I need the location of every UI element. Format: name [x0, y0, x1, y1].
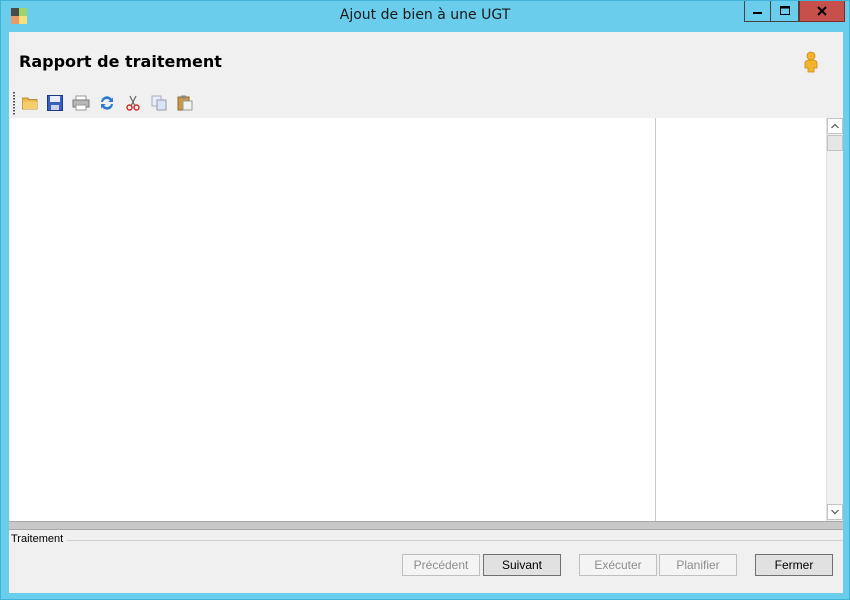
scroll-down-button[interactable]: [827, 504, 843, 520]
splitter[interactable]: [9, 521, 843, 530]
cut-button[interactable]: [124, 94, 142, 112]
close-button[interactable]: [799, 1, 845, 22]
maximize-button[interactable]: [771, 1, 799, 22]
processing-group: Traitement Précédent Suivant Exécuter Pl…: [9, 531, 843, 591]
refresh-icon: [101, 96, 113, 110]
minimize-icon: [752, 12, 762, 14]
maximize-icon: [779, 6, 790, 15]
report-panel[interactable]: [10, 118, 843, 521]
toolbar-grip[interactable]: [13, 92, 15, 116]
open-button[interactable]: [21, 94, 39, 112]
app-window: Ajout de bien à une UGT Rapport de trait…: [0, 0, 850, 600]
chevron-up-icon: [831, 123, 839, 129]
group-border: [67, 540, 843, 541]
next-button[interactable]: Suivant: [483, 554, 561, 576]
vertical-scrollbar[interactable]: [826, 118, 843, 521]
close-dialog-button[interactable]: Fermer: [755, 554, 833, 576]
user-icon: [804, 51, 818, 73]
open-folder-icon: [22, 97, 38, 110]
paste-icon: [177, 95, 193, 111]
window-title: Ajout de bien à une UGT: [339, 7, 511, 23]
print-button[interactable]: [72, 94, 90, 112]
execute-button[interactable]: Exécuter: [579, 554, 657, 576]
save-icon: [47, 95, 63, 111]
schedule-button[interactable]: Planifier: [659, 554, 737, 576]
copy-icon: [151, 95, 167, 111]
minimize-button[interactable]: [744, 1, 771, 22]
save-button[interactable]: [46, 94, 64, 112]
refresh-button[interactable]: [98, 94, 116, 112]
copy-button[interactable]: [150, 94, 168, 112]
toolbar: [9, 90, 843, 116]
group-label: Traitement: [11, 533, 64, 545]
title-bar[interactable]: Ajout de bien à une UGT: [1, 1, 849, 31]
close-icon: [817, 6, 827, 16]
chevron-down-icon: [831, 509, 839, 515]
print-icon: [72, 95, 90, 111]
panel-divider[interactable]: [655, 118, 656, 521]
previous-button[interactable]: Précédent: [402, 554, 480, 576]
page-title: Rapport de traitement: [19, 52, 222, 71]
scroll-thumb[interactable]: [827, 135, 843, 151]
cut-icon: [126, 95, 140, 111]
client-area: Rapport de traitement Traitement Précéde…: [9, 32, 843, 593]
scroll-up-button[interactable]: [827, 118, 843, 134]
paste-button[interactable]: [176, 94, 194, 112]
